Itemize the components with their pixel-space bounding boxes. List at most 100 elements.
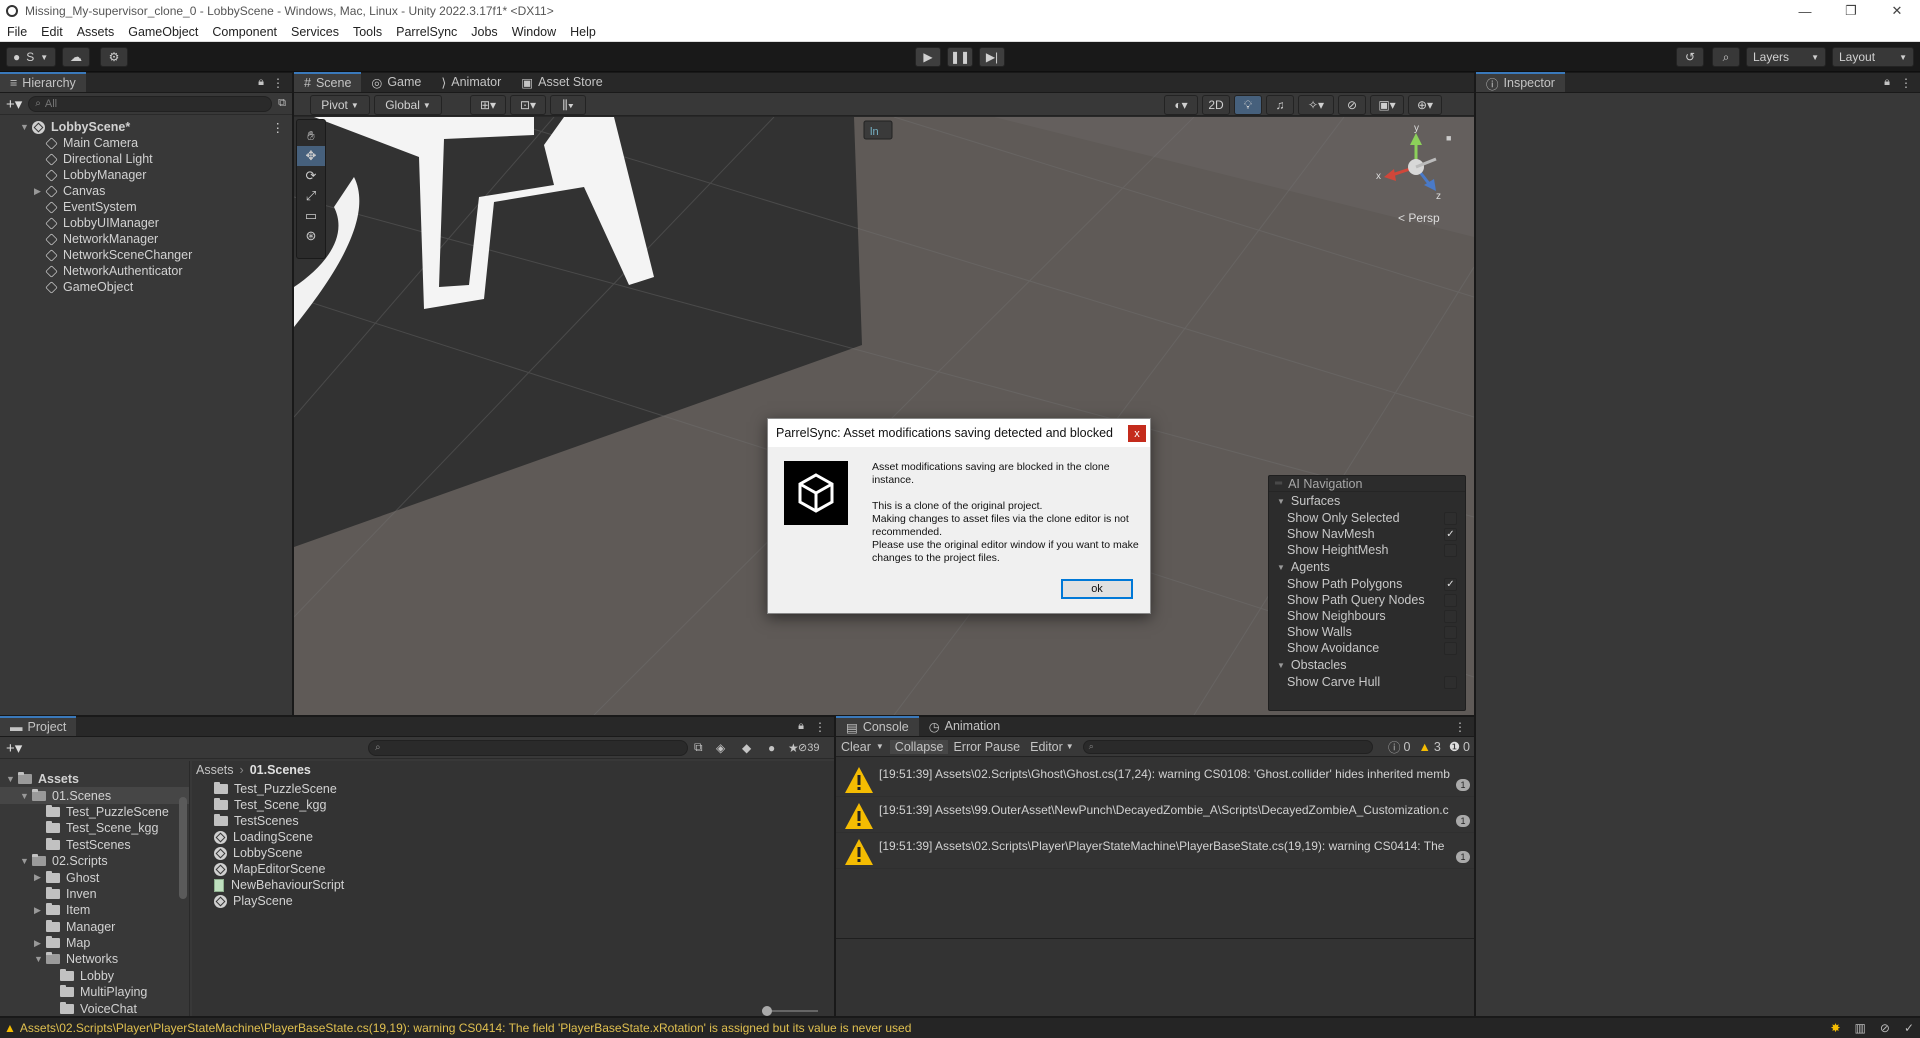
hidden-objects-toggle[interactable]: ⊘: [1338, 95, 1366, 115]
breadcrumb-scenes[interactable]: 01.Scenes: [250, 763, 311, 777]
lock-icon[interactable]: 🔒︎: [1884, 76, 1890, 89]
drag-handle-icon[interactable]: ═: [1275, 478, 1282, 489]
menu-gameobject[interactable]: GameObject: [121, 25, 205, 39]
progress-activity-icon[interactable]: ✸: [1830, 1021, 1840, 1035]
hierarchy-item[interactable]: Main Camera: [0, 135, 292, 151]
expand-arrow-icon[interactable]: ▶: [34, 938, 46, 949]
expand-arrow-icon[interactable]: ▶: [34, 905, 46, 916]
more-options-icon[interactable]: ⋮: [272, 76, 284, 90]
step-button[interactable]: ▶|: [979, 47, 1005, 67]
hierarchy-item[interactable]: LobbyManager: [0, 167, 292, 183]
hierarchy-item[interactable]: NetworkManager: [0, 231, 292, 247]
project-file-item[interactable]: LobbyScene: [192, 845, 834, 861]
info-count-toggle[interactable]: ⓘ 0: [1388, 737, 1410, 756]
lighting-toggle[interactable]: 💡︎: [1234, 95, 1262, 115]
nav-option-checkbox[interactable]: [1444, 609, 1457, 623]
draw-mode-button[interactable]: ◐▾: [1164, 95, 1198, 115]
project-tree-item[interactable]: Manager: [0, 919, 189, 935]
expand-arrow-icon[interactable]: ▼: [34, 954, 46, 964]
tab-console[interactable]: ▤ Console: [836, 716, 919, 736]
project-search-input[interactable]: ⌕: [368, 739, 688, 756]
add-object-button[interactable]: +▾: [6, 95, 22, 113]
project-tree-item[interactable]: Inven: [0, 886, 189, 902]
tab-hierarchy[interactable]: ≡ Hierarchy: [0, 72, 86, 92]
tab-animation[interactable]: ◷ Animation: [919, 716, 1011, 736]
hierarchy-item[interactable]: NetworkAuthenticator: [0, 263, 292, 279]
collapse-arrow-icon[interactable]: ▼: [1277, 563, 1285, 572]
move-tool-icon[interactable]: ✥: [297, 146, 325, 166]
nav-option-checkbox[interactable]: [1444, 543, 1457, 557]
camera-settings-button[interactable]: ▣▾: [1370, 95, 1404, 115]
menu-component[interactable]: Component: [205, 25, 284, 39]
console-log-entry[interactable]: [19:51:39] Assets\02.Scripts\Player\Play…: [836, 833, 1474, 869]
gizmos-button[interactable]: ⊕▾: [1408, 95, 1442, 115]
hierarchy-item[interactable]: EventSystem: [0, 199, 292, 215]
hierarchy-item[interactable]: NetworkSceneChanger: [0, 247, 292, 263]
layout-dropdown[interactable]: Layout ▼: [1832, 47, 1914, 67]
tab-game[interactable]: ◎ Game: [361, 72, 431, 92]
tab-scene[interactable]: # Scene: [294, 72, 362, 92]
project-tree-item[interactable]: TestScenes: [0, 837, 189, 853]
menu-jobs[interactable]: Jobs: [464, 25, 504, 39]
scene-root-row[interactable]: ▼ LobbyScene* ⋮: [0, 119, 292, 135]
effects-toggle[interactable]: ✧▾: [1298, 95, 1334, 115]
menu-window[interactable]: Window: [505, 25, 563, 39]
nav-option-checkbox[interactable]: [1444, 641, 1457, 655]
collab-button[interactable]: ⚙: [100, 47, 128, 67]
grid-snap-button[interactable]: ⊞▾: [470, 95, 506, 115]
expand-arrow-icon[interactable]: ▶: [34, 186, 46, 197]
search-by-label-icon[interactable]: ◈: [716, 741, 725, 755]
nav-section-header[interactable]: ▼ Obstacles: [1269, 656, 1465, 674]
hidden-packages-icon[interactable]: ⊘39: [798, 741, 819, 754]
nav-option-checkbox[interactable]: ✓: [1444, 527, 1457, 541]
tree-scrollbar[interactable]: [179, 797, 187, 899]
project-tree-item[interactable]: ▼ Assets: [0, 771, 189, 787]
project-tree-item[interactable]: Lobby: [0, 968, 189, 984]
menu-tools[interactable]: Tools: [346, 25, 389, 39]
expand-arrow-icon[interactable]: ▶: [34, 872, 46, 883]
tab-project[interactable]: ▬ Project: [0, 716, 77, 736]
tag-icon[interactable]: ◆: [742, 741, 751, 755]
more-options-icon[interactable]: ⋮: [1454, 720, 1466, 734]
clear-options-dropdown[interactable]: ▼: [876, 742, 890, 751]
more-options-icon[interactable]: ⋮: [272, 120, 285, 135]
project-tree-item[interactable]: ▶ Ghost: [0, 869, 189, 885]
expand-arrow-icon[interactable]: ▼: [20, 856, 32, 866]
nav-section-header[interactable]: ▼ Surfaces: [1269, 492, 1465, 510]
rect-tool-icon[interactable]: ▭: [297, 206, 325, 226]
nav-option-checkbox[interactable]: [1444, 675, 1457, 689]
more-options-icon[interactable]: ⋮: [1900, 76, 1912, 90]
console-divider[interactable]: [836, 938, 1474, 939]
perspective-label[interactable]: < Persp: [1398, 211, 1440, 225]
menu-parrelsync[interactable]: ParrelSync: [389, 25, 464, 39]
project-file-item[interactable]: MapEditorScene: [192, 861, 834, 877]
search-button[interactable]: ⌕: [1712, 47, 1740, 67]
clear-button[interactable]: Clear: [836, 740, 876, 754]
menu-services[interactable]: Services: [284, 25, 346, 39]
cache-server-icon[interactable]: ▥: [1855, 1021, 1866, 1035]
account-button[interactable]: ● S ▼: [6, 47, 56, 67]
hierarchy-item[interactable]: Directional Light: [0, 151, 292, 167]
pause-button[interactable]: ❚❚: [947, 47, 973, 67]
project-tree-item[interactable]: Test_Scene_kgg: [0, 820, 189, 836]
cloud-button[interactable]: ☁: [62, 47, 90, 67]
lock-icon[interactable]: 🔒︎: [258, 76, 264, 89]
play-button[interactable]: ▶: [915, 47, 941, 67]
hierarchy-item[interactable]: LobbyUIManager: [0, 215, 292, 231]
editor-dropdown[interactable]: Editor ▼: [1025, 740, 1079, 754]
menu-help[interactable]: Help: [563, 25, 603, 39]
debug-mode-icon[interactable]: ⊘: [1880, 1021, 1890, 1035]
layers-dropdown[interactable]: Layers ▼: [1746, 47, 1826, 67]
project-file-item[interactable]: NewBehaviourScript: [192, 877, 834, 893]
scene-viewport[interactable]: ln ✋︎ ✥ ⟳ ⤢ ▭ ⊛ y x z ■ < Persp ═ AI Nav…: [294, 117, 1474, 715]
error-pause-toggle[interactable]: Error Pause: [948, 740, 1025, 754]
project-tree-item[interactable]: VoiceChat: [0, 1000, 189, 1016]
project-tree-item[interactable]: ▶ Item: [0, 902, 189, 918]
nav-option-checkbox[interactable]: [1444, 593, 1457, 607]
project-tree-item[interactable]: MultiPlaying: [0, 984, 189, 1000]
maximize-button[interactable]: ❐: [1828, 0, 1874, 22]
orientation-gizmo[interactable]: y x z ■ < Persp: [1374, 123, 1464, 237]
slider-handle[interactable]: [762, 1006, 772, 1016]
status-message[interactable]: Assets\02.Scripts\Player\PlayerStateMach…: [20, 1021, 912, 1035]
console-search-input[interactable]: ⌕: [1082, 739, 1373, 754]
